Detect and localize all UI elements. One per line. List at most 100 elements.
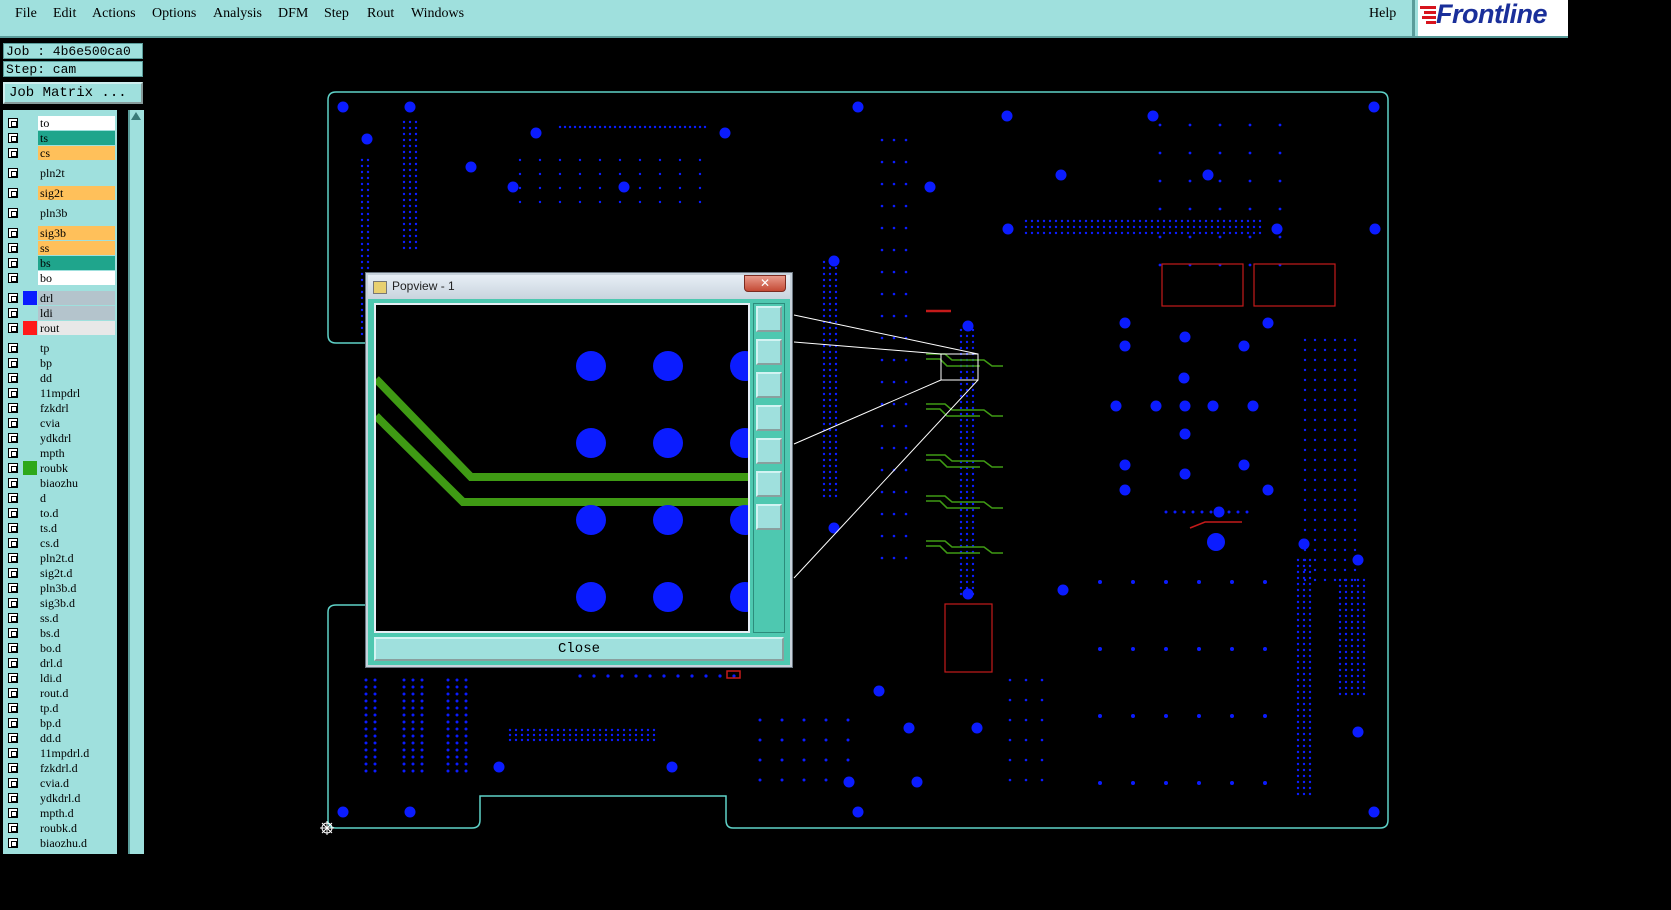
layer-checkbox[interactable] xyxy=(8,343,18,353)
layer-row-pln3b-d[interactable]: pln3b.d xyxy=(3,581,117,595)
layer-row-bp[interactable]: bp xyxy=(3,356,117,370)
menu-analysis[interactable]: Analysis xyxy=(213,6,262,22)
layer-checkbox[interactable] xyxy=(8,673,18,683)
layer-row-bp-d[interactable]: bp.d xyxy=(3,716,117,730)
layer-row-fzkdrl-d[interactable]: fzkdrl.d xyxy=(3,761,117,775)
menu-windows[interactable]: Windows xyxy=(411,6,464,22)
scroll-up-arrow-icon[interactable] xyxy=(131,112,141,120)
layer-name[interactable]: biaozhu.d xyxy=(38,836,115,850)
layer-row-biaozhu[interactable]: biaozhu xyxy=(3,476,117,490)
menu-edit[interactable]: Edit xyxy=(53,6,76,22)
window-close-button[interactable]: ✕ xyxy=(744,275,786,292)
layer-checkbox[interactable] xyxy=(8,508,18,518)
layer-name[interactable]: bp.d xyxy=(38,716,115,730)
menu-step[interactable]: Step xyxy=(324,6,349,22)
layer-checkbox[interactable] xyxy=(8,133,18,143)
layer-name[interactable]: ts.d xyxy=(38,521,115,535)
layer-row-sig2t[interactable]: sig2t xyxy=(3,186,117,200)
layer-name[interactable]: dd.d xyxy=(38,731,115,745)
layer-checkbox[interactable] xyxy=(8,598,18,608)
layer-name[interactable]: bs xyxy=(38,256,115,270)
layer-checkbox[interactable] xyxy=(8,688,18,698)
layer-name[interactable]: to.d xyxy=(38,506,115,520)
layer-name[interactable]: ss.d xyxy=(38,611,115,625)
layer-name[interactable]: sig3b.d xyxy=(38,596,115,610)
popview-titlebar[interactable]: Popview - 1 ✕ xyxy=(368,275,790,299)
layer-checkbox[interactable] xyxy=(8,763,18,773)
layer-checkbox[interactable] xyxy=(8,448,18,458)
layer-checkbox[interactable] xyxy=(8,208,18,218)
layer-name[interactable]: sig2t xyxy=(38,186,115,200)
layer-name[interactable]: pln2t.d xyxy=(38,551,115,565)
layer-row-pln3b[interactable]: pln3b xyxy=(3,206,117,220)
layer-name[interactable]: tp.d xyxy=(38,701,115,715)
layer-row-ldi[interactable]: ldi xyxy=(3,306,117,320)
layer-checkbox[interactable] xyxy=(8,293,18,303)
layer-row-ydkdrl[interactable]: ydkdrl xyxy=(3,431,117,445)
layer-row-roubk[interactable]: roubk xyxy=(3,461,117,475)
layer-checkbox[interactable] xyxy=(8,568,18,578)
layer-checkbox[interactable] xyxy=(8,148,18,158)
layer-row-ts[interactable]: ts xyxy=(3,131,117,145)
layer-name[interactable]: pln3b.d xyxy=(38,581,115,595)
layer-checkbox[interactable] xyxy=(8,703,18,713)
layer-checkbox[interactable] xyxy=(8,628,18,638)
layer-checkbox[interactable] xyxy=(8,478,18,488)
layer-checkbox[interactable] xyxy=(8,493,18,503)
layer-checkbox[interactable] xyxy=(8,718,18,728)
board-canvas[interactable] xyxy=(146,40,1568,854)
layer-name[interactable]: rout.d xyxy=(38,686,115,700)
layer-name[interactable]: mpth.d xyxy=(38,806,115,820)
layer-row-roubk-d[interactable]: roubk.d xyxy=(3,821,117,835)
pan-left-icon[interactable] xyxy=(756,405,782,431)
layer-name[interactable]: ldi xyxy=(38,306,115,320)
layer-checkbox[interactable] xyxy=(8,778,18,788)
layer-row-cs-d[interactable]: cs.d xyxy=(3,536,117,550)
menu-actions[interactable]: Actions xyxy=(92,6,136,22)
layer-row-drl-d[interactable]: drl.d xyxy=(3,656,117,670)
layer-checkbox[interactable] xyxy=(8,583,18,593)
layer-row-to-d[interactable]: to.d xyxy=(3,506,117,520)
layer-name[interactable]: cvia.d xyxy=(38,776,115,790)
layer-row-ss[interactable]: ss xyxy=(3,241,117,255)
layer-checkbox[interactable] xyxy=(8,523,18,533)
layer-row-drl[interactable]: drl xyxy=(3,291,117,305)
layer-name[interactable]: roubk xyxy=(38,461,115,475)
layer-name[interactable]: biaozhu xyxy=(38,476,115,490)
layer-checkbox[interactable] xyxy=(8,838,18,848)
layer-name[interactable]: pln2t xyxy=(38,166,115,180)
layer-name[interactable]: ydkdrl xyxy=(38,431,115,445)
layer-row-fzkdrl[interactable]: fzkdrl xyxy=(3,401,117,415)
layer-name[interactable]: d xyxy=(38,491,115,505)
layer-row-pln2t[interactable]: pln2t xyxy=(3,166,117,180)
layer-checkbox[interactable] xyxy=(8,463,18,473)
layer-name[interactable]: bo xyxy=(38,271,115,285)
layer-name[interactable]: cvia xyxy=(38,416,115,430)
layer-name[interactable]: fzkdrl.d xyxy=(38,761,115,775)
layer-checkbox[interactable] xyxy=(8,373,18,383)
layer-checkbox[interactable] xyxy=(8,538,18,548)
layer-name[interactable]: sig2t.d xyxy=(38,566,115,580)
layer-row-to[interactable]: to xyxy=(3,116,117,130)
popview-viewport[interactable] xyxy=(374,303,750,633)
layer-checkbox[interactable] xyxy=(8,118,18,128)
layer-name[interactable]: bo.d xyxy=(38,641,115,655)
layer-name[interactable]: ss xyxy=(38,241,115,255)
layer-checkbox[interactable] xyxy=(8,388,18,398)
layer-name[interactable]: to xyxy=(38,116,115,130)
layer-row-tp-d[interactable]: tp.d xyxy=(3,701,117,715)
layer-row-rout-d[interactable]: rout.d xyxy=(3,686,117,700)
popview-close-button[interactable]: Close xyxy=(374,637,784,661)
layer-checkbox[interactable] xyxy=(8,553,18,563)
zoom-in-icon[interactable] xyxy=(756,339,782,365)
layer-row-pln2t-d[interactable]: pln2t.d xyxy=(3,551,117,565)
layer-name[interactable]: ts xyxy=(38,131,115,145)
expand-icon[interactable] xyxy=(756,471,782,497)
layer-checkbox[interactable] xyxy=(8,613,18,623)
layer-row-sig2t-d[interactable]: sig2t.d xyxy=(3,566,117,580)
layer-row-mpth-d[interactable]: mpth.d xyxy=(3,806,117,820)
layer-row-bs-d[interactable]: bs.d xyxy=(3,626,117,640)
layer-checkbox[interactable] xyxy=(8,823,18,833)
zoom-fit-icon[interactable] xyxy=(756,306,782,332)
menu-options[interactable]: Options xyxy=(152,6,196,22)
